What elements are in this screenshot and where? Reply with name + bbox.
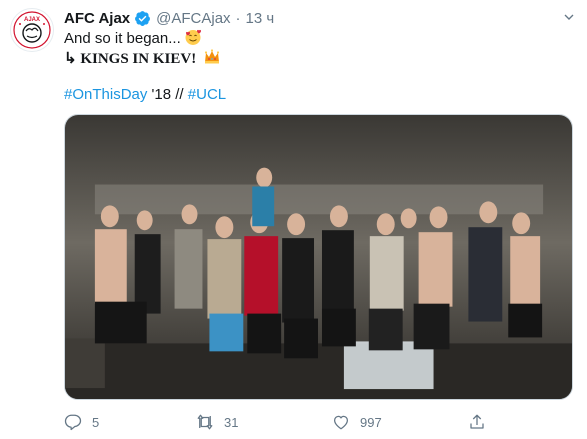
tweet-text-line3: #OnThisDay '18 // #UCL bbox=[64, 85, 226, 105]
tweet-line2-prefix: ↳ bbox=[64, 51, 77, 67]
retweet-button[interactable]: 31 bbox=[196, 411, 238, 433]
tweet-photo[interactable] bbox=[64, 114, 573, 400]
retweet-count: 31 bbox=[224, 414, 239, 430]
year-text: '18 // bbox=[151, 86, 184, 103]
hashtag-onthisday[interactable]: #OnThisDay bbox=[64, 86, 147, 103]
chevron-down-icon[interactable] bbox=[561, 9, 577, 25]
tweet-timestamp[interactable]: 13 ч bbox=[246, 10, 275, 27]
ajax-logo-icon: AJAX bbox=[13, 11, 51, 49]
tweet-actions: 5 31 997 bbox=[64, 411, 573, 433]
verified-badge-icon bbox=[135, 10, 151, 26]
tweet-header: AFC Ajax @AFCAjax · 13 ч bbox=[64, 8, 274, 28]
crown-icon bbox=[204, 49, 220, 64]
tweet-line2-text: KINGS IN KIEV! bbox=[80, 51, 197, 67]
author-handle[interactable]: @AFCAjax bbox=[156, 10, 230, 27]
tweet-text-line2: ↳ KINGS IN KIEV! bbox=[64, 48, 221, 69]
tweet-line1-text: And so it began... bbox=[64, 30, 181, 47]
avatar[interactable]: AJAX bbox=[10, 8, 54, 52]
reply-button[interactable]: 5 bbox=[64, 411, 99, 433]
like-count: 997 bbox=[360, 414, 382, 430]
header-separator: · bbox=[235, 9, 241, 27]
author-name[interactable]: AFC Ajax bbox=[64, 10, 130, 27]
hashtag-ucl[interactable]: #UCL bbox=[188, 86, 226, 103]
share-button[interactable] bbox=[468, 411, 496, 433]
retweet-icon bbox=[197, 414, 213, 430]
tweet-text-line1: And so it began... bbox=[64, 28, 202, 49]
team-celebration-photo bbox=[65, 115, 572, 399]
avatar-text: AJAX bbox=[24, 17, 40, 23]
share-icon bbox=[470, 414, 484, 429]
reply-count: 5 bbox=[92, 414, 100, 430]
smiling-face-with-hearts-icon bbox=[185, 29, 201, 45]
reply-icon bbox=[64, 414, 82, 431]
like-button[interactable]: 997 bbox=[332, 411, 382, 433]
heart-icon bbox=[333, 415, 349, 430]
